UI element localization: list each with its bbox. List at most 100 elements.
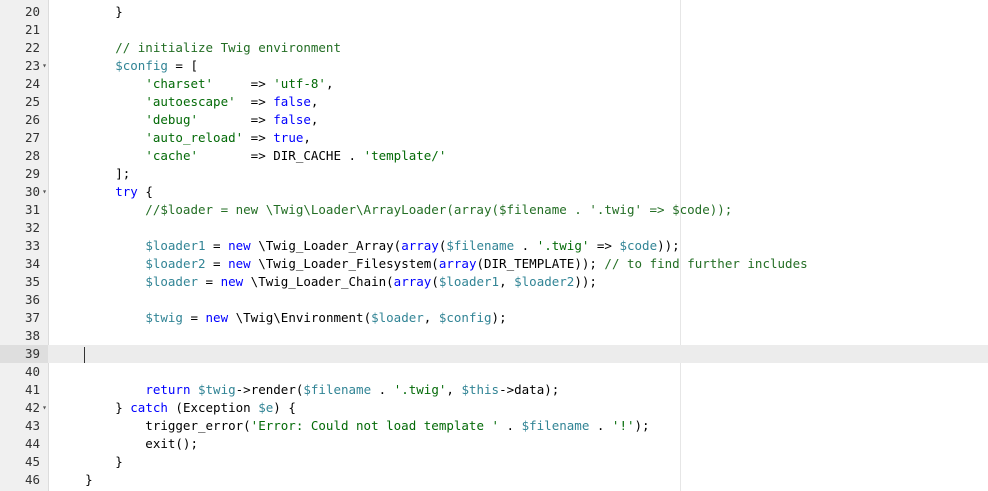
code-line[interactable]: 22 // initialize Twig environment: [0, 39, 988, 57]
code-text[interactable]: trigger_error('Error: Could not load tem…: [55, 417, 649, 435]
fold-toggle-icon[interactable]: ▾: [41, 57, 48, 75]
code-editor[interactable]: 20 } 21 22 // initialize Twig environment 2…: [0, 0, 988, 491]
code-text[interactable]: // initialize Twig environment: [55, 39, 341, 57]
code-line[interactable]: 32: [0, 219, 988, 237]
line-number[interactable]: 23: [0, 57, 40, 75]
line-number[interactable]: 46: [0, 471, 40, 489]
line-number[interactable]: 45: [0, 453, 40, 471]
code-token: =>: [198, 112, 274, 127]
line-number[interactable]: 41: [0, 381, 40, 399]
code-text[interactable]: }: [55, 471, 93, 489]
code-line[interactable]: 40: [0, 363, 988, 381]
code-text[interactable]: ];: [55, 165, 130, 183]
code-line[interactable]: 44 exit();: [0, 435, 988, 453]
code-line[interactable]: 26 'debug' => false,: [0, 111, 988, 129]
code-text[interactable]: 'debug' => false,: [55, 111, 318, 129]
active-code-line[interactable]: 39: [0, 345, 988, 363]
line-number[interactable]: 28: [0, 147, 40, 165]
line-number[interactable]: 44: [0, 435, 40, 453]
line-number[interactable]: 21: [0, 21, 40, 39]
code-token: $loader2: [514, 274, 575, 289]
code-line[interactable]: 21: [0, 21, 988, 39]
code-text[interactable]: [55, 345, 86, 363]
code-token: $loader2: [145, 256, 206, 271]
code-line[interactable]: 24 'charset' => 'utf-8',: [0, 75, 988, 93]
code-line[interactable]: 41 return $twig->render($filename . '.tw…: [0, 381, 988, 399]
code-line[interactable]: 38: [0, 327, 988, 345]
vertical-scrollbar[interactable]: [978, 0, 988, 491]
line-number[interactable]: 25: [0, 93, 40, 111]
code-text[interactable]: exit();: [55, 435, 198, 453]
line-number[interactable]: 24: [0, 75, 40, 93]
line-number[interactable]: 33: [0, 237, 40, 255]
line-number[interactable]: 39: [0, 345, 48, 363]
code-token: \Twig_Loader_Chain(: [243, 274, 394, 289]
line-number[interactable]: 35: [0, 273, 40, 291]
code-token: $twig: [145, 310, 183, 325]
code-text[interactable]: 'cache' => DIR_CACHE . 'template/': [55, 147, 446, 165]
code-line[interactable]: 30 ▾ try {: [0, 183, 988, 201]
code-line[interactable]: 23 ▾ $config = [: [0, 57, 988, 75]
code-text[interactable]: $config = [: [55, 57, 198, 75]
code-line[interactable]: 31 //$loader = new \Twig\Loader\ArrayLoa…: [0, 201, 988, 219]
code-text[interactable]: 'auto_reload' => true,: [55, 129, 311, 147]
code-token: $code: [619, 238, 658, 253]
code-line[interactable]: 42 ▾ } catch (Exception $e) {: [0, 399, 988, 417]
code-line[interactable]: 34 $loader2 = new \Twig_Loader_Filesyste…: [0, 255, 988, 273]
code-text[interactable]: }: [55, 3, 123, 21]
code-text[interactable]: try {: [55, 183, 153, 201]
code-line[interactable]: 27 'auto_reload' => true,: [0, 129, 988, 147]
code-line[interactable]: 35 $loader = new \Twig_Loader_Chain(arra…: [0, 273, 988, 291]
code-token: $loader1: [145, 238, 206, 253]
line-number[interactable]: 34: [0, 255, 40, 273]
code-text[interactable]: //$loader = new \Twig\Loader\ArrayLoader…: [55, 201, 732, 219]
code-line[interactable]: 29 ];: [0, 165, 988, 183]
code-token: 'debug': [145, 112, 198, 127]
fold-toggle-icon[interactable]: ▾: [41, 183, 48, 201]
code-line[interactable]: 36: [0, 291, 988, 309]
code-text[interactable]: 'charset' => 'utf-8',: [55, 75, 333, 93]
line-number[interactable]: 27: [0, 129, 40, 147]
code-token: $filename: [521, 418, 590, 433]
code-text[interactable]: $loader1 = new \Twig_Loader_Array(array(…: [55, 237, 679, 255]
code-token: = [: [167, 58, 199, 73]
line-number[interactable]: 43: [0, 417, 40, 435]
code-text[interactable]: } catch (Exception $e) {: [55, 399, 296, 417]
code-line[interactable]: 33 $loader1 = new \Twig_Loader_Array(arr…: [0, 237, 988, 255]
line-number[interactable]: 29: [0, 165, 40, 183]
line-number[interactable]: 20: [0, 3, 40, 21]
code-line[interactable]: 46 }: [0, 471, 988, 489]
line-number[interactable]: 32: [0, 219, 40, 237]
code-text[interactable]: 'autoescape' => false,: [55, 93, 318, 111]
code-token: ) {: [273, 400, 296, 415]
code-text[interactable]: $loader = new \Twig_Loader_Chain(array($…: [55, 273, 597, 291]
line-number[interactable]: 42: [0, 399, 40, 417]
line-number[interactable]: 31: [0, 201, 40, 219]
fold-toggle-icon[interactable]: ▾: [41, 399, 48, 417]
code-lines[interactable]: 20 } 21 22 // initialize Twig environment 2…: [0, 3, 988, 489]
line-number[interactable]: 40: [0, 363, 40, 381]
code-token: try: [115, 184, 138, 199]
line-number[interactable]: 26: [0, 111, 40, 129]
line-number[interactable]: 38: [0, 327, 40, 345]
code-line[interactable]: 45 }: [0, 453, 988, 471]
code-text[interactable]: $loader2 = new \Twig_Loader_Filesystem(a…: [55, 255, 807, 273]
code-line[interactable]: 37 $twig = new \Twig\Environment($loader…: [0, 309, 988, 327]
line-number[interactable]: 22: [0, 39, 40, 57]
code-token: $filename: [303, 382, 372, 397]
code-text[interactable]: return $twig->render($filename . '.twig'…: [55, 381, 559, 399]
code-text[interactable]: }: [55, 453, 123, 471]
code-line[interactable]: 25 'autoescape' => false,: [0, 93, 988, 111]
code-token: '.twig': [393, 382, 447, 397]
code-text[interactable]: $twig = new \Twig\Environment($loader, $…: [55, 309, 506, 327]
line-number[interactable]: 37: [0, 309, 40, 327]
line-number[interactable]: 36: [0, 291, 40, 309]
code-line[interactable]: 28 'cache' => DIR_CACHE . 'template/': [0, 147, 988, 165]
line-number[interactable]: 30: [0, 183, 40, 201]
code-line[interactable]: 20 }: [0, 3, 988, 21]
code-token: (: [431, 274, 439, 289]
code-token: new: [205, 310, 229, 325]
code-line[interactable]: 43 trigger_error('Error: Could not load …: [0, 417, 988, 435]
